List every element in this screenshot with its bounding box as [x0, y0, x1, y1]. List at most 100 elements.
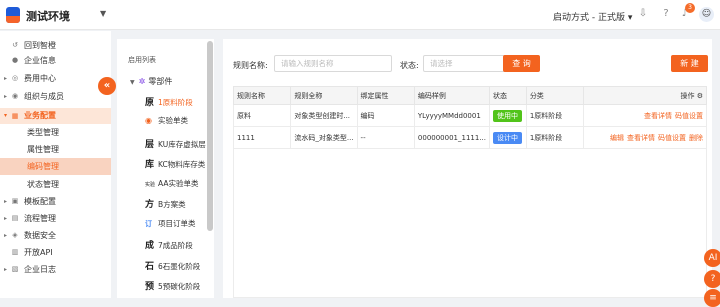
edit-link[interactable]: 编辑 — [610, 134, 624, 142]
node-glyph: 方 — [145, 200, 155, 210]
download-icon[interactable]: ⇩ — [637, 8, 649, 20]
menu-float-button[interactable]: ≡ — [704, 289, 720, 307]
collapse-triangle-icon[interactable]: ▼ — [130, 79, 135, 86]
rule-name-input[interactable]: 请输入规则名称 — [274, 55, 392, 72]
cell-full: 对象类型创建时... — [290, 104, 358, 127]
cell-full: 流水码_对象类型... — [290, 126, 358, 149]
rules-table: 规则名称 规则全称 绑定属性 编码样例 状态 分类 操作 ⚙ 原料 对象类型创建… — [232, 86, 707, 149]
sidebar-item-label: 业务配置 — [24, 111, 56, 120]
tree-node[interactable]: 层 KU库存虚拟层 — [145, 137, 215, 150]
collapse-arrow-icon: ▾ — [4, 112, 8, 119]
sidebar-item-company-info[interactable]: ● 企业信息 — [0, 53, 111, 68]
tree-panel: 启用列表 ▼ ✲ 零部件 原 1原料阶段 ◉ 实验单类 层 KU库存虚拟层 库 KC物料库存… — [117, 39, 214, 298]
cell-name: 原料 — [232, 104, 292, 127]
app-logo-icon — [6, 7, 20, 23]
sidebar-item-label: 属性管理 — [27, 145, 59, 154]
delete-link[interactable]: 删除 — [689, 134, 703, 142]
sidebar-item-label: 组织与成员 — [24, 92, 64, 101]
launch-mode-dropdown[interactable]: 启动方式 - 正式版 ▾ — [553, 10, 632, 23]
sidebar-item-label: 开放API — [24, 248, 53, 257]
tree-node[interactable]: 预 5预碳化阶段 — [145, 279, 215, 292]
table-row: 1111 流水码_对象类型... -- 000000001_1111... 设计… — [232, 126, 707, 149]
expand-arrow-icon: ▸ — [4, 266, 8, 273]
sidebar-item-business-config[interactable]: ▾ ▦ 业务配置 — [0, 108, 111, 124]
node-label: 7成品阶段 — [158, 241, 193, 250]
ai-assistant-button[interactable]: AI — [704, 249, 720, 267]
company-icon: ● — [11, 56, 19, 64]
node-label: KC物料库存类 — [158, 160, 206, 169]
tree-title: 启用列表 — [128, 56, 156, 64]
expand-arrow-icon: ▸ — [4, 232, 8, 239]
tree-node-selected[interactable]: 原 1原料阶段 — [145, 95, 215, 108]
query-button[interactable]: 查 询 — [503, 55, 540, 72]
sidebar-item-security[interactable]: ▸ ◈ 数据安全 — [0, 228, 111, 243]
tree-node[interactable]: 方 B方案类 — [145, 197, 215, 210]
tree-node[interactable]: 石 6石墨化阶段 — [145, 259, 215, 272]
back-icon: ↺ — [12, 41, 18, 49]
sidebar-item-attr-mgmt[interactable]: 属性管理 — [0, 142, 111, 157]
node-label: 6石墨化阶段 — [158, 262, 201, 271]
col-header: 规则全称 — [290, 86, 358, 105]
col-header: 规则名称 — [232, 86, 292, 105]
node-glyph: 订 — [145, 220, 152, 228]
sidebar-item-label: 流程管理 — [24, 214, 56, 223]
flow-icon: ▤ — [11, 214, 19, 222]
sidebar-item-billing[interactable]: ▸ ◎ 费用中心 — [0, 71, 111, 86]
cell-attr: -- — [356, 126, 415, 149]
avatar-icon[interactable]: ☺ — [699, 7, 714, 22]
col-header: 操作 — [680, 91, 695, 100]
cell-ops: 查看详情 码值设置 — [583, 104, 707, 127]
cell-status: 使用中 — [488, 104, 527, 127]
sidebar-item-template[interactable]: ▸ ▣ 模板配置 — [0, 194, 111, 209]
sidebar-item-label: 企业信息 — [24, 56, 56, 65]
code-settings-link[interactable]: 码值设置 — [675, 112, 703, 120]
sidebar-collapse-button[interactable]: « — [98, 77, 116, 95]
sidebar: ↺ 回到智橙 ● 企业信息 ▸ ◎ 费用中心 ▸ ◉ 组织与成员 ▾ ▦ 业务配置 类型管理 属… — [0, 31, 111, 298]
table-row: 原料 对象类型创建时... 编码 YLyyyyMMdd0001 使用中 1原料阶… — [232, 104, 707, 127]
tree-node[interactable]: ◉ 实验单类 — [145, 115, 215, 126]
status-badge: 设计中 — [492, 131, 522, 144]
sidebar-item-org[interactable]: ▸ ◉ 组织与成员 — [0, 89, 111, 104]
status-select-placeholder: 请选择 — [430, 59, 453, 68]
node-glyph: 实验 — [145, 182, 156, 188]
app-switch-chevron-icon[interactable]: ▼ — [100, 9, 106, 18]
node-glyph: 成 — [145, 241, 155, 251]
cell-name: 1111 — [232, 126, 292, 149]
status-badge: 使用中 — [492, 109, 522, 122]
code-settings-link[interactable]: 码值设置 — [658, 134, 686, 142]
node-label: KU库存虚拟层 — [158, 140, 206, 149]
org-icon: ◉ — [11, 92, 19, 100]
sidebar-item-status-mgmt[interactable]: 状态管理 — [0, 177, 111, 192]
node-label: B方案类 — [158, 200, 186, 209]
gear-icon[interactable]: ⚙ — [697, 92, 703, 100]
cell-sample: 000000001_1111... — [413, 126, 490, 149]
sidebar-item-flow[interactable]: ▸ ▤ 流程管理 — [0, 211, 111, 226]
view-detail-link[interactable]: 查看详情 — [644, 112, 672, 120]
help-icon[interactable]: ? — [660, 8, 672, 20]
expand-arrow-icon: ▸ — [4, 215, 8, 222]
node-glyph: 层 — [145, 140, 155, 150]
tree-node[interactable]: 库 KC物料库存类 — [145, 157, 215, 170]
view-detail-link[interactable]: 查看详情 — [627, 134, 655, 142]
tree-node[interactable]: 实验 AA实验单类 — [145, 178, 215, 189]
tree-root[interactable]: ▼ ✲ 零部件 — [130, 76, 172, 87]
sidebar-item-back[interactable]: ↺ 回到智橙 — [0, 38, 111, 53]
cell-category: 1原料阶段 — [525, 104, 585, 127]
sidebar-item-label: 企业日志 — [24, 265, 56, 274]
col-header: 状态 — [488, 86, 527, 105]
col-header: 绑定属性 — [356, 86, 415, 105]
sidebar-item-logs[interactable]: ▸ ▧ 企业日志 — [0, 262, 111, 277]
cell-attr: 编码 — [356, 104, 415, 127]
new-button[interactable]: 新 建 — [671, 55, 708, 72]
target-icon: ◉ — [145, 116, 152, 125]
sidebar-item-code-mgmt[interactable]: 编码管理 — [0, 158, 111, 175]
tree-scrollbar[interactable] — [207, 41, 213, 231]
help-float-button[interactable]: ? — [704, 270, 720, 288]
tree-node[interactable]: 订项目订单类 — [145, 218, 215, 229]
tree-node[interactable]: 成 7成品阶段 — [145, 238, 215, 251]
gear-icon: ✲ — [138, 77, 146, 86]
sidebar-item-open-api[interactable]: ▥ 开放API — [0, 245, 111, 260]
tree-root-label: 零部件 — [148, 77, 173, 86]
app-title[interactable]: 测试环境 — [26, 8, 70, 24]
sidebar-item-type-mgmt[interactable]: 类型管理 — [0, 125, 111, 140]
